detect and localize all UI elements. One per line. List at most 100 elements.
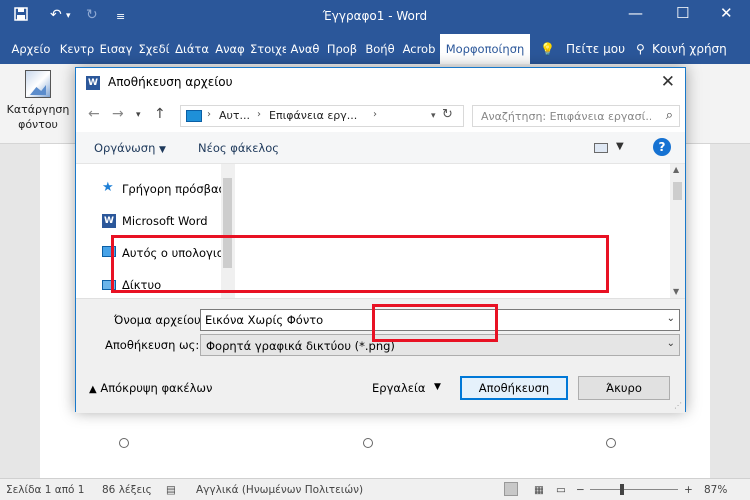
help-icon[interactable]: ? (653, 138, 671, 156)
view-options-icon[interactable] (594, 143, 608, 153)
scroll-down-icon[interactable]: ▼ (673, 287, 679, 296)
nav-item-network[interactable]: Δίκτυο (76, 274, 224, 296)
maximize-icon[interactable]: ☐ (676, 4, 689, 22)
dialog-close-icon[interactable]: ✕ (661, 72, 675, 92)
remove-background-icon (25, 70, 51, 98)
read-mode-icon[interactable] (504, 482, 518, 496)
navigation-pane: ★ Γρήγορη πρόσβαση W Microsoft Word Αυτό… (76, 164, 234, 298)
file-list-scrollbar[interactable]: ▲ ▼ (670, 164, 685, 298)
zoom-slider-thumb[interactable] (620, 484, 624, 495)
back-arrow-icon[interactable]: ← (88, 106, 100, 122)
remove-background-line1: Κατάργηση (6, 103, 70, 116)
nav-item-this-pc[interactable]: Αυτός ο υπολογιστής (76, 242, 224, 264)
tab-mailings[interactable]: Στοιχε (250, 34, 286, 64)
chevron-down-icon[interactable]: ⌄ (667, 313, 675, 324)
nav-item-label: Microsoft Word (122, 214, 208, 228)
tab-layout[interactable]: Διάτα (174, 34, 210, 64)
dialog-title-bar: W Αποθήκευση αρχείου ✕ (76, 68, 685, 98)
word-icon: W (102, 214, 116, 228)
breadcrumb-separator-icon[interactable]: › (207, 109, 211, 120)
language-indicator[interactable]: Αγγλικά (Ηνωμένων Πολιτειών) (196, 484, 363, 496)
organize-label: Οργάνωση (94, 141, 156, 155)
save-as-type-select[interactable]: Φορητά γραφικά δικτύου (*.png) ⌄ (200, 334, 680, 356)
cancel-button[interactable]: Άκυρο (578, 376, 670, 400)
minimize-icon[interactable]: — (628, 4, 643, 22)
hide-folders-button[interactable]: ▲ Απόκρυψη φακέλων (89, 381, 212, 395)
search-icon[interactable]: ⌕ (666, 108, 673, 123)
tab-file[interactable]: Αρχείο (8, 34, 54, 64)
proofing-icon[interactable]: ▤ (166, 484, 176, 496)
search-box[interactable]: Αναζήτηση: Επιφάνεια εργασί... ⌕ (472, 105, 680, 127)
save-form-area: Όνομα αρχείου: ⌄ Αποθήκευση ως: Φορητά γ… (76, 298, 685, 413)
zoom-level[interactable]: 87% (704, 484, 727, 496)
print-layout-icon[interactable]: ▦ (534, 484, 544, 496)
tab-help[interactable]: Βοήθ (362, 34, 398, 64)
resize-handle-right[interactable] (606, 438, 616, 448)
search-input[interactable]: Αναζήτηση: Επιφάνεια εργασί... (481, 110, 651, 123)
navigation-pane-scrollbar[interactable] (221, 164, 234, 298)
tab-references[interactable]: Αναφ (212, 34, 248, 64)
nav-item-microsoft-word[interactable]: W Microsoft Word (76, 210, 224, 232)
word-count[interactable]: 86 λέξεις (102, 484, 152, 496)
save-button[interactable]: Αποθήκευση (460, 376, 568, 400)
resize-grip-icon[interactable]: ⋰ (674, 401, 682, 410)
nav-item-label: Γρήγορη πρόσβαση (122, 182, 222, 196)
tab-view[interactable]: Προβ (324, 34, 360, 64)
new-folder-button[interactable]: Νέος φάκελος (198, 141, 279, 155)
remove-background-label: Κατάργηση φόντου (4, 102, 72, 132)
scroll-up-icon[interactable]: ▲ (673, 165, 679, 174)
scrollbar-thumb[interactable] (223, 178, 232, 268)
close-window-icon[interactable]: ✕ (720, 4, 733, 22)
tab-format[interactable]: Μορφοποίηση (440, 34, 530, 64)
lightbulb-icon[interactable]: 💡 (540, 34, 555, 64)
filename-input[interactable] (201, 310, 656, 330)
ribbon-tabs: Αρχείο Κεντρ Εισαγ Σχεδί Διάτα Αναφ Στοι… (0, 34, 750, 64)
share-button[interactable]: Κοινή χρήση (652, 34, 727, 64)
zoom-out-icon[interactable]: − (576, 484, 585, 496)
remove-background-line2: φόντου (18, 118, 58, 131)
filename-combobox[interactable]: ⌄ (200, 309, 680, 331)
resize-handle-bottom[interactable] (363, 438, 373, 448)
forward-arrow-icon[interactable]: → (112, 106, 124, 122)
nav-item-quick-access[interactable]: ★ Γρήγορη πρόσβαση (76, 178, 224, 200)
address-dropdown-icon[interactable]: ▾ (431, 111, 436, 121)
file-list[interactable] (234, 164, 671, 298)
chevron-up-icon: ▲ (89, 384, 97, 395)
scrollbar-thumb[interactable] (673, 182, 682, 200)
address-bar[interactable]: › Αυτ... › Επιφάνεια εργ... › ▾ (180, 105, 464, 127)
computer-icon (102, 246, 116, 257)
page-count[interactable]: Σελίδα 1 από 1 (6, 484, 84, 496)
breadcrumb-separator-icon[interactable]: › (373, 109, 377, 120)
organize-button[interactable]: Οργάνωση ▼ (94, 141, 166, 155)
title-bar: ↶ ▾ ↻ ≡ Έγγραφο1 - Word — ☐ ✕ (0, 0, 750, 34)
tab-insert[interactable]: Εισαγ (98, 34, 134, 64)
tools-dropdown-icon[interactable]: ▼ (434, 382, 441, 392)
nav-item-label: Αυτός ο υπολογιστής (122, 246, 222, 260)
refresh-icon[interactable]: ↻ (442, 107, 453, 122)
up-arrow-icon[interactable]: ↑ (154, 106, 166, 122)
tab-acrobat[interactable]: Acrob (400, 34, 438, 64)
status-bar: Σελίδα 1 από 1 86 λέξεις ▤ Αγγλικά (Ηνωμ… (0, 478, 750, 500)
save-as-type-label: Αποθήκευση ως: (105, 338, 200, 352)
word-icon: W (86, 76, 100, 90)
nav-item-label: Δίκτυο (122, 278, 162, 292)
web-layout-icon[interactable]: ▭ (556, 484, 566, 496)
zoom-in-icon[interactable]: + (684, 484, 693, 496)
share-person-icon[interactable]: ⚲ (636, 34, 645, 64)
view-dropdown-icon[interactable]: ▼ (616, 141, 624, 152)
recent-locations-icon[interactable]: ▾ (136, 110, 141, 120)
tell-me-search[interactable]: Πείτε μου (566, 34, 625, 64)
breadcrumb-separator-icon[interactable]: › (257, 109, 261, 120)
save-as-type-value: Φορητά γραφικά δικτύου (*.png) (206, 339, 395, 353)
dialog-navigation-row: ← → ▾ ↑ › Αυτ... › Επιφάνεια εργ... › ▾ … (76, 98, 685, 132)
tools-button[interactable]: Εργαλεία (372, 381, 425, 395)
tab-review[interactable]: Αναθ (288, 34, 322, 64)
breadcrumb-item[interactable]: Αυτ... (219, 109, 250, 122)
tab-home[interactable]: Κεντρ (58, 34, 96, 64)
tab-design[interactable]: Σχεδί (136, 34, 172, 64)
chevron-down-icon[interactable]: ⌄ (667, 338, 675, 349)
breadcrumb-item[interactable]: Επιφάνεια εργ... (269, 109, 357, 122)
resize-handle-left[interactable] (119, 438, 129, 448)
remove-background-button[interactable]: Κατάργηση φόντου (4, 68, 72, 140)
zoom-slider-track[interactable] (590, 489, 678, 490)
